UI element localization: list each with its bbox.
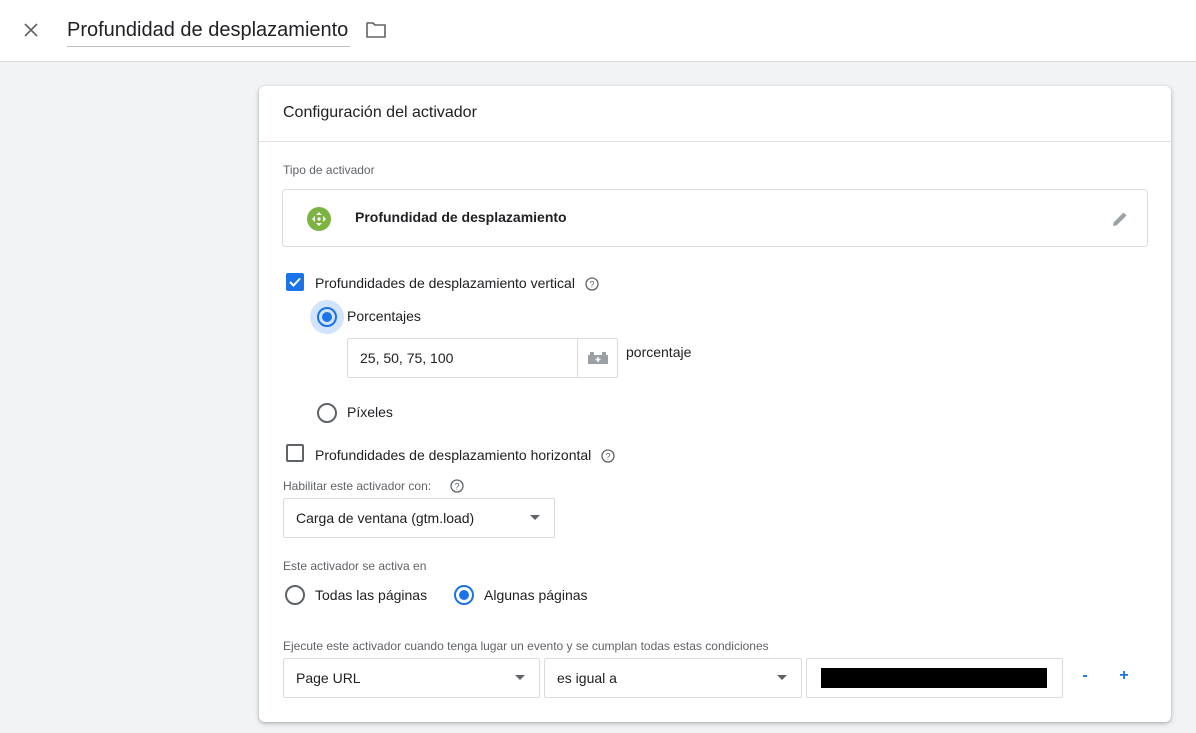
all-pages-label: Todas las páginas <box>315 587 428 603</box>
folder-icon[interactable] <box>364 18 388 42</box>
condition-variable-select[interactable]: Page URL <box>283 658 540 698</box>
help-icon[interactable]: ? <box>600 448 616 464</box>
add-condition-button[interactable]: + <box>1112 664 1136 688</box>
horizontal-scroll-checkbox[interactable] <box>286 444 304 462</box>
all-pages-radio[interactable] <box>278 578 312 612</box>
percent-input-group <box>347 338 618 378</box>
card-title: Configuración del activador <box>283 104 477 121</box>
condition-variable-value: Page URL <box>296 670 361 686</box>
horizontal-scroll-label: Profundidades de desplazamiento horizont… <box>315 447 592 463</box>
all-pages-radio-dot <box>285 585 305 605</box>
percent-unit-label: porcentaje <box>626 344 692 360</box>
help-icon[interactable]: ? <box>584 276 600 292</box>
some-pages-radio-dot <box>454 585 474 605</box>
top-bar: Profundidad de desplazamiento <box>0 0 1196 62</box>
pixels-radio-dot <box>317 403 337 423</box>
some-pages-radio[interactable] <box>447 578 481 612</box>
svg-text:?: ? <box>589 280 594 290</box>
scroll-depth-icon <box>307 207 331 231</box>
vertical-scroll-checkbox[interactable] <box>286 273 304 291</box>
percent-input[interactable] <box>348 339 577 377</box>
conditions-label: Ejecute este activador cuando tenga luga… <box>283 639 769 653</box>
chevron-down-icon <box>530 515 540 520</box>
fires-on-label: Este activador se activa en <box>283 559 427 573</box>
enable-trigger-select[interactable]: Carga de ventana (gtm.load) <box>283 498 555 538</box>
chevron-down-icon <box>515 675 525 680</box>
trigger-type-box[interactable]: Profundidad de desplazamiento <box>282 189 1148 247</box>
remove-condition-button[interactable]: - <box>1073 664 1097 688</box>
svg-text:?: ? <box>454 482 459 492</box>
enable-trigger-value: Carga de ventana (gtm.load) <box>296 510 475 526</box>
card-header: Configuración del activador <box>259 86 1171 142</box>
trigger-configuration-card: Configuración del activador Tipo de acti… <box>259 86 1171 722</box>
some-pages-label: Algunas páginas <box>484 587 588 603</box>
enable-trigger-label: Habilitar este activador con: <box>283 479 432 493</box>
condition-operator-select[interactable]: es igual a <box>544 658 802 698</box>
variable-picker-icon[interactable] <box>577 339 617 377</box>
condition-value-input[interactable] <box>806 658 1063 698</box>
percent-label: Porcentajes <box>347 308 421 324</box>
trigger-type-name: Profundidad de desplazamiento <box>355 209 567 225</box>
chevron-down-icon <box>777 675 787 680</box>
percent-radio-dot <box>317 307 337 327</box>
percent-radio[interactable] <box>310 300 344 334</box>
help-icon[interactable]: ? <box>449 478 465 494</box>
redacted-value <box>821 668 1047 688</box>
pencil-icon[interactable] <box>1108 207 1132 231</box>
vertical-scroll-label: Profundidades de desplazamiento vertical <box>315 275 575 291</box>
pixels-label: Píxeles <box>347 404 393 420</box>
trigger-name-title[interactable]: Profundidad de desplazamiento <box>67 17 351 47</box>
trigger-type-label: Tipo de activador <box>283 163 375 177</box>
close-icon[interactable] <box>17 16 45 44</box>
svg-text:?: ? <box>605 452 610 462</box>
condition-operator-value: es igual a <box>557 670 617 686</box>
pixels-radio[interactable] <box>310 396 344 430</box>
